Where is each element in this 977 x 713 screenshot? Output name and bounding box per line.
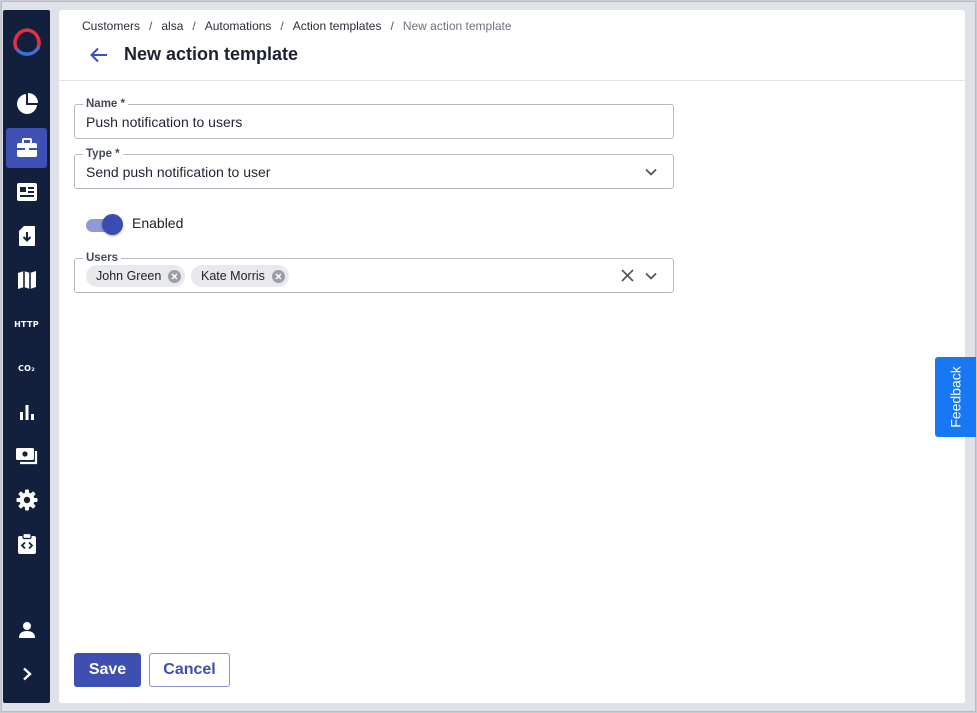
breadcrumb-customers[interactable]: Customers <box>82 19 140 33</box>
sidebar-item-news[interactable] <box>6 172 47 212</box>
page-title: New action template <box>124 44 299 64</box>
co2-icon: CO₂ <box>17 363 36 373</box>
enabled-label: Enabled <box>132 215 184 231</box>
type-select-value: Send push notification to user <box>86 164 271 180</box>
sidebar-item-settings[interactable] <box>6 480 47 520</box>
back-button[interactable] <box>87 45 111 65</box>
sidebar-item-co2[interactable]: CO₂ <box>6 348 47 388</box>
user-chip-label: John Green <box>96 269 162 283</box>
sidebar-item-map[interactable] <box>6 260 47 300</box>
payments-icon <box>15 448 37 465</box>
newspaper-icon <box>16 183 37 201</box>
user-chip-label: Kate Morris <box>201 269 265 283</box>
users-select-label: Users <box>83 251 121 265</box>
type-select[interactable]: Type * Send push notification to user <box>74 147 674 189</box>
breadcrumb-automations[interactable]: Automations <box>205 19 272 33</box>
chevron-down-icon[interactable] <box>644 165 658 179</box>
save-button[interactable]: Save <box>74 653 141 687</box>
chip-remove-icon[interactable] <box>168 269 182 283</box>
main-panel: Customers / alsa / Automations / Action … <box>59 10 965 703</box>
sidebar-item-billing[interactable] <box>6 436 47 476</box>
enabled-toggle[interactable] <box>86 214 123 235</box>
sidebar-item-developer[interactable] <box>6 524 47 564</box>
sidebar-item-sim-cards[interactable] <box>6 216 47 256</box>
breadcrumb-customer[interactable]: alsa <box>161 19 183 33</box>
breadcrumb-action-templates[interactable]: Action templates <box>293 19 382 33</box>
sidebar: HTTP CO₂ <box>3 10 50 703</box>
type-select-label: Type * <box>83 147 123 161</box>
gear-icon <box>16 489 37 511</box>
breadcrumb-separator: / <box>192 19 196 33</box>
arrow-left-icon <box>90 47 107 63</box>
name-field-label: Name * <box>83 97 128 111</box>
toggle-thumb <box>102 214 123 235</box>
sidebar-expand[interactable] <box>6 654 47 694</box>
name-field-value[interactable]: Push notification to users <box>86 114 242 130</box>
user-chip: Kate Morris <box>191 265 289 287</box>
name-field[interactable]: Name * Push notification to users <box>74 97 674 139</box>
sidebar-item-automations[interactable] <box>6 128 47 168</box>
page-header: Customers / alsa / Automations / Action … <box>59 10 965 81</box>
sidebar-item-profile[interactable] <box>6 610 47 650</box>
app-logo[interactable] <box>11 27 43 59</box>
clear-icon[interactable] <box>620 268 635 283</box>
sidebar-item-dashboards[interactable] <box>6 84 47 124</box>
breadcrumb-separator: / <box>390 19 394 33</box>
chevron-right-icon <box>22 667 32 681</box>
feedback-tab[interactable]: Feedback <box>935 357 976 437</box>
code-clipboard-icon <box>17 533 36 554</box>
breadcrumb: Customers / alsa / Automations / Action … <box>82 19 512 33</box>
chip-remove-icon[interactable] <box>271 269 285 283</box>
chevron-down-icon[interactable] <box>644 269 658 283</box>
user-icon <box>18 622 35 638</box>
user-chip: John Green <box>86 265 186 287</box>
sidebar-item-http[interactable]: HTTP <box>6 304 47 344</box>
breadcrumb-current: New action template <box>402 19 512 33</box>
users-select[interactable]: Users John Green Kate Morris <box>74 251 674 293</box>
sidebar-item-reports[interactable] <box>6 392 47 432</box>
breadcrumb-separator: / <box>280 19 284 33</box>
feedback-label: Feedback <box>947 366 964 428</box>
map-icon <box>17 271 36 289</box>
http-icon: HTTP <box>14 319 39 329</box>
breadcrumb-separator: / <box>149 19 153 33</box>
briefcase-icon <box>16 138 37 157</box>
sim-card-download-icon <box>18 226 35 246</box>
bar-chart-icon <box>19 405 34 420</box>
pie-chart-icon <box>16 93 38 114</box>
cancel-button[interactable]: Cancel <box>149 653 230 687</box>
